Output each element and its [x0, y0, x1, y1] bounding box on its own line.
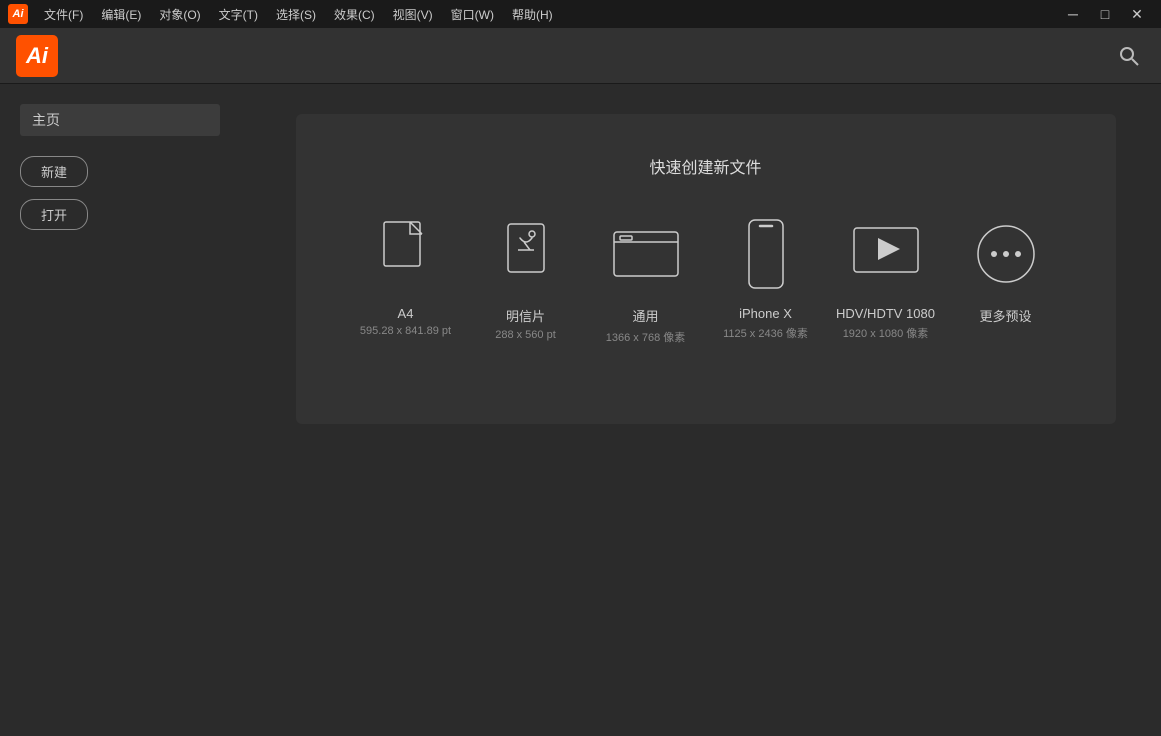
preset-iphone[interactable]: iPhone X 1125 x 2436 像素 — [716, 214, 816, 341]
menu-item-对象(O)[interactable]: 对象(O) — [151, 4, 208, 25]
home-input[interactable] — [20, 104, 220, 136]
title-bar-logo: Ai — [8, 4, 28, 24]
preset-postcard-name: 明信片 — [506, 306, 545, 325]
preset-postcard[interactable]: 明信片 288 x 560 pt — [476, 214, 576, 341]
sidebar: 新建 打开 — [0, 84, 250, 736]
open-button[interactable]: 打开 — [20, 199, 88, 230]
preset-a4-size: 595.28 x 841.89 pt — [360, 325, 451, 337]
menu-item-选择(S)[interactable]: 选择(S) — [268, 4, 324, 25]
preset-more-name: 更多预设 — [979, 306, 1031, 325]
preset-hdtv-size: 1920 x 1080 像素 — [843, 325, 929, 341]
close-button[interactable]: ✕ — [1121, 0, 1153, 28]
menu-item-文字(T)[interactable]: 文字(T) — [211, 4, 266, 25]
preset-a4-icon — [370, 214, 442, 294]
preset-generic-name: 通用 — [632, 306, 658, 325]
preset-iphone-name: iPhone X — [739, 306, 792, 321]
menu-item-文件(F)[interactable]: 文件(F) — [36, 4, 91, 25]
preset-postcard-icon — [490, 214, 562, 294]
quick-create-title: 快速创建新文件 — [346, 154, 1066, 178]
title-bar: Ai 文件(F)编辑(E)对象(O)文字(T)选择(S)效果(C)视图(V)窗口… — [0, 0, 1161, 28]
new-button[interactable]: 新建 — [20, 156, 88, 187]
preset-generic-size: 1366 x 768 像素 — [606, 329, 686, 345]
minimize-button[interactable]: ─ — [1057, 0, 1089, 28]
preset-a4[interactable]: A4 595.28 x 841.89 pt — [356, 214, 456, 337]
window-controls: ─ □ ✕ — [1057, 0, 1153, 28]
preset-more[interactable]: 更多预设 — [956, 214, 1056, 329]
search-icon[interactable] — [1113, 40, 1145, 72]
content-area: 快速创建新文件 A4 595.28 x 841.89 pt — [250, 84, 1161, 736]
preset-more-icon — [970, 214, 1042, 294]
menu-item-效果(C)[interactable]: 效果(C) — [326, 4, 383, 25]
main-layout: 新建 打开 快速创建新文件 A4 59 — [0, 84, 1161, 736]
preset-iphone-icon — [730, 214, 802, 294]
preset-hdtv-name: HDV/HDTV 1080 — [836, 306, 935, 321]
menu-bar: 文件(F)编辑(E)对象(O)文字(T)选择(S)效果(C)视图(V)窗口(W)… — [36, 4, 1057, 25]
preset-hdtv-icon — [850, 214, 922, 294]
menu-item-窗口(W)[interactable]: 窗口(W) — [443, 4, 502, 25]
preset-hdtv[interactable]: HDV/HDTV 1080 1920 x 1080 像素 — [836, 214, 936, 341]
presets-row: A4 595.28 x 841.89 pt — [346, 214, 1066, 345]
menu-item-帮助(H)[interactable]: 帮助(H) — [504, 4, 561, 25]
preset-generic[interactable]: 通用 1366 x 768 像素 — [596, 214, 696, 345]
preset-postcard-size: 288 x 560 pt — [495, 329, 556, 341]
preset-iphone-size: 1125 x 2436 像素 — [723, 325, 808, 341]
maximize-button[interactable]: □ — [1089, 0, 1121, 28]
app-logo: Ai — [16, 35, 58, 77]
menu-item-视图(V)[interactable]: 视图(V) — [385, 4, 441, 25]
menu-item-编辑(E)[interactable]: 编辑(E) — [93, 4, 149, 25]
preset-a4-name: A4 — [398, 306, 414, 321]
header: Ai — [0, 28, 1161, 84]
preset-generic-icon — [610, 214, 682, 294]
quick-create-panel: 快速创建新文件 A4 595.28 x 841.89 pt — [296, 114, 1116, 424]
